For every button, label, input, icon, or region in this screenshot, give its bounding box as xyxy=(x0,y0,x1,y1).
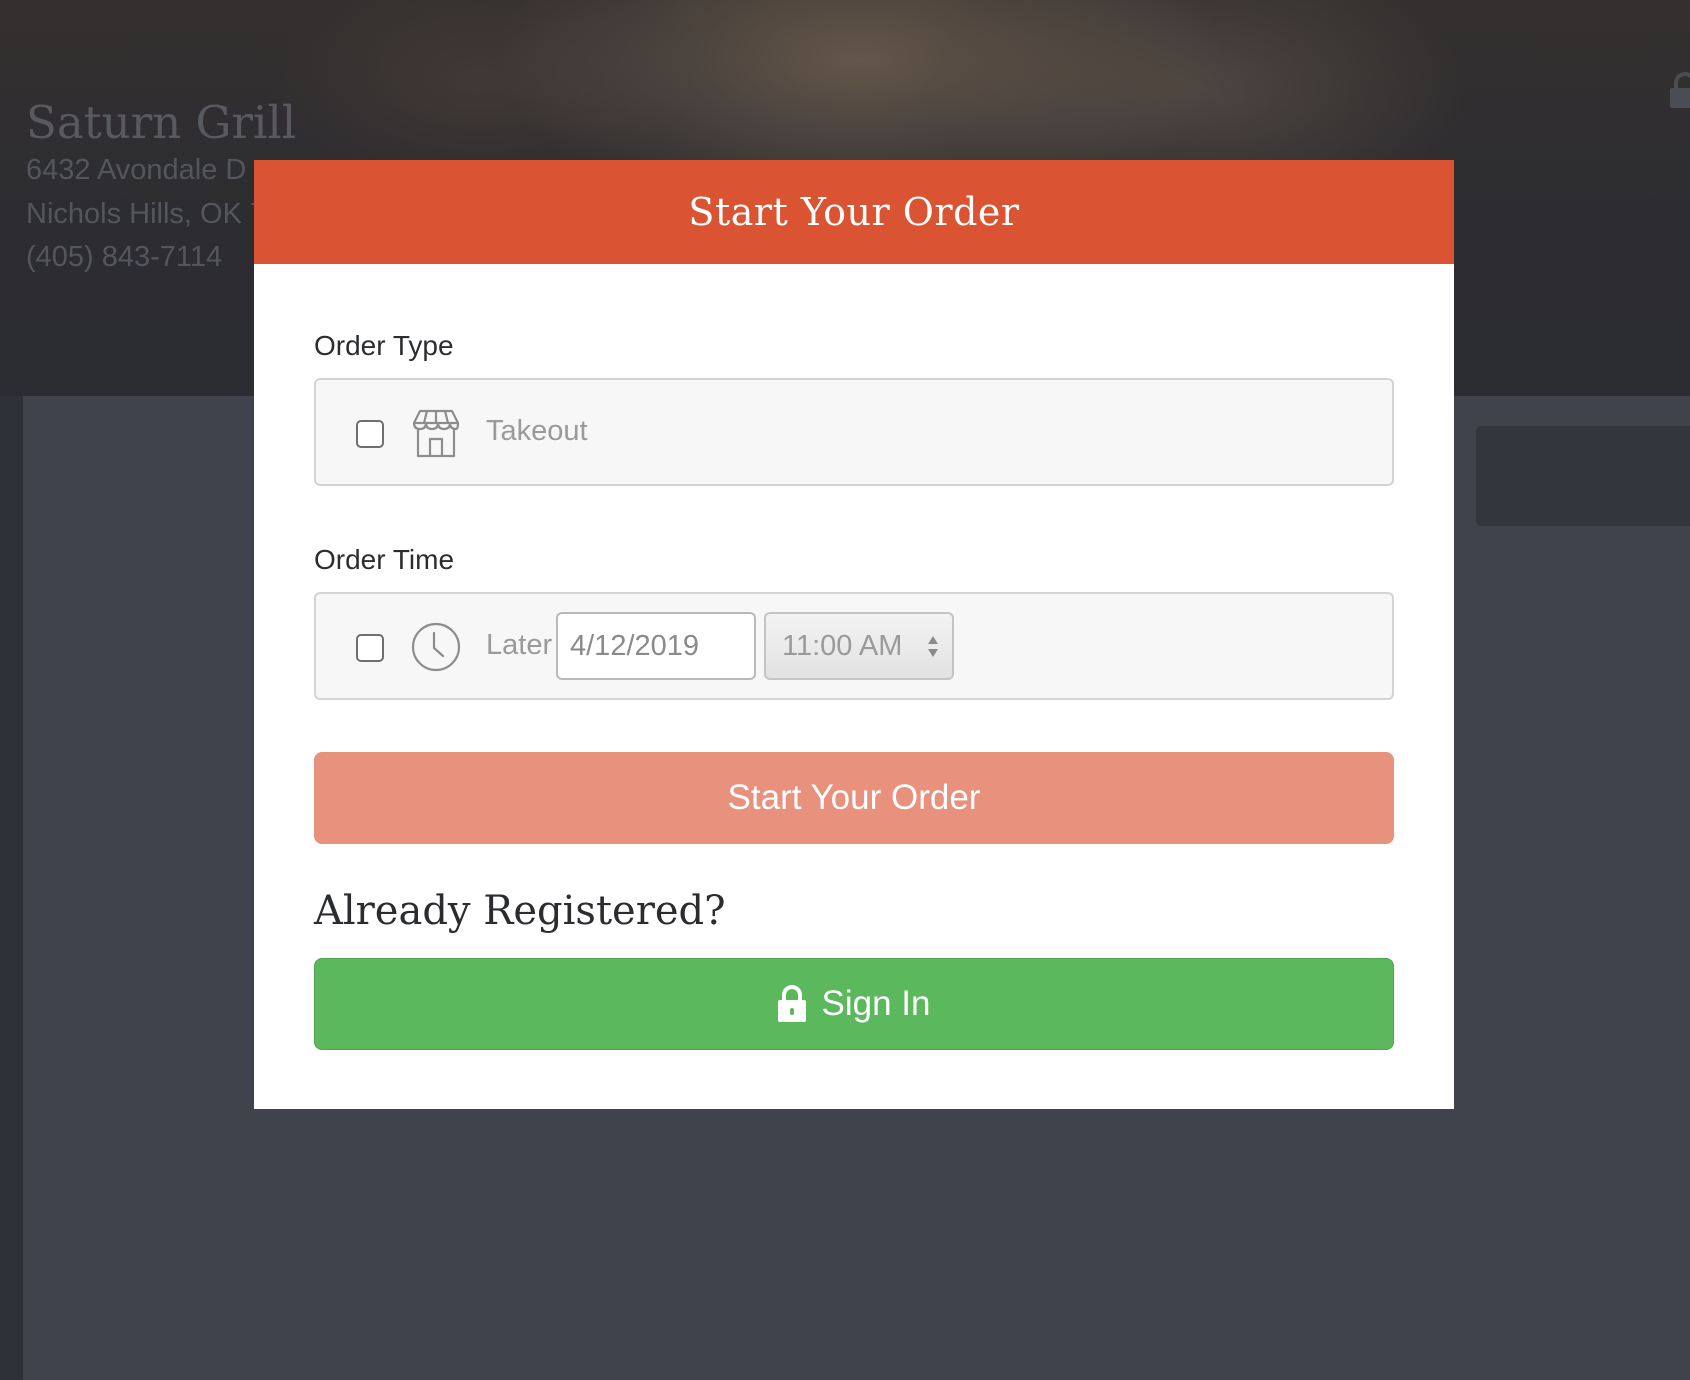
order-time-label: Order Time xyxy=(314,544,455,575)
select-arrows-icon xyxy=(928,636,938,657)
lock-icon xyxy=(777,985,806,1023)
order-time-option-later[interactable]: Later 11:00 AM xyxy=(314,592,1394,700)
start-order-button-label: Start Your Order xyxy=(727,778,981,817)
sign-in-button[interactable]: Sign In xyxy=(314,958,1394,1050)
restaurant-name: Saturn Grill xyxy=(26,96,297,149)
later-checkbox[interactable] xyxy=(356,634,384,662)
cart-panel xyxy=(1476,426,1690,526)
start-order-button[interactable]: Start Your Order xyxy=(314,752,1394,844)
clock-icon xyxy=(411,622,461,672)
order-time-value: 11:00 AM xyxy=(782,630,903,662)
modal-title: Start Your Order xyxy=(688,190,1020,234)
restaurant-address-line1: 6432 Avondale D xyxy=(26,154,247,186)
takeout-label: Takeout xyxy=(486,415,588,447)
order-time-select[interactable]: 11:00 AM xyxy=(764,612,954,680)
sign-in-label: Sign In xyxy=(821,984,931,1023)
modal-header: Start Your Order xyxy=(254,160,1454,264)
takeout-checkbox[interactable] xyxy=(356,420,384,448)
lock-icon xyxy=(1670,70,1690,110)
start-order-modal: Start Your Order Order Type Takeout Orde… xyxy=(254,160,1454,1109)
later-label: Later xyxy=(486,629,553,661)
storefront-icon xyxy=(412,409,460,458)
order-type-option-takeout[interactable]: Takeout xyxy=(314,378,1394,486)
restaurant-phone: (405) 843-7114 xyxy=(26,241,223,273)
order-date-input[interactable] xyxy=(556,612,756,680)
already-registered-heading: Already Registered? xyxy=(314,888,726,934)
restaurant-address-line2: Nichols Hills, OK 7 xyxy=(26,198,267,230)
order-type-label: Order Type xyxy=(314,330,454,361)
